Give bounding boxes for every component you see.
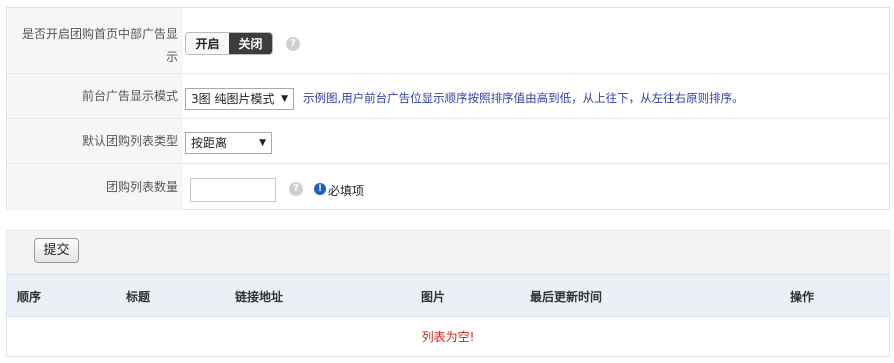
table-header: 顺序 标题 链接地址 图片 最后更新时间 操作 xyxy=(6,274,890,317)
toggle-on-option[interactable]: 开启 xyxy=(186,33,229,54)
row-ad-mode: 前台广告显示模式 3图 纯图片模式 ▼ 示例图,用户前台广告位显示顺序按照排序值… xyxy=(7,74,889,119)
column-header-updated[interactable]: 最后更新时间 xyxy=(530,288,602,305)
column-header-order[interactable]: 顺序 xyxy=(17,288,41,305)
table-toolbar: 提交 xyxy=(6,230,890,274)
column-header-image[interactable]: 图片 xyxy=(421,288,445,305)
ad-mode-hint: 示例图,用户前台广告位显示顺序按照排序值由高到低，从上往下，从左往右原则排序。 xyxy=(303,91,744,105)
chevron-down-icon: ▼ xyxy=(281,94,288,104)
required-text: 必填项 xyxy=(328,184,365,198)
required-icon: ! xyxy=(314,183,326,195)
ad-display-toggle[interactable]: 开启 关闭 xyxy=(185,32,273,55)
chevron-down-icon: ▼ xyxy=(259,138,266,148)
help-icon[interactable]: ? xyxy=(286,37,300,51)
column-header-title[interactable]: 标题 xyxy=(126,288,150,305)
column-header-actions[interactable]: 操作 xyxy=(790,288,814,305)
toggle-off-option[interactable]: 关闭 xyxy=(229,33,272,54)
field-label: 团购列表数量 xyxy=(7,164,183,210)
list-count-input[interactable] xyxy=(190,178,276,202)
field-label: 前台广告显示模式 xyxy=(7,74,183,118)
row-ad-display-toggle: 是否开启团购首页中部广告显 示 开启 关闭 ? xyxy=(7,8,889,74)
row-list-count: 团购列表数量 ? ! 必填项 xyxy=(7,164,889,210)
settings-form: 是否开启团购首页中部广告显 示 开启 关闭 ? 前台广告显示模式 3图 纯图片模… xyxy=(6,7,890,210)
empty-state-text: 列表为空! xyxy=(421,330,475,344)
help-icon[interactable]: ? xyxy=(289,182,303,196)
submit-button[interactable]: 提交 xyxy=(34,238,79,263)
field-label: 是否开启团购首页中部广告显 示 xyxy=(7,8,183,73)
ad-mode-select[interactable]: 3图 纯图片模式 ▼ xyxy=(185,88,294,110)
row-list-type: 默认团购列表类型 按距离 ▼ xyxy=(7,119,889,164)
column-header-link[interactable]: 链接地址 xyxy=(235,288,283,305)
table-body: 列表为空! xyxy=(6,317,890,357)
field-label: 默认团购列表类型 xyxy=(7,119,183,163)
list-type-select[interactable]: 按距离 ▼ xyxy=(185,132,272,154)
